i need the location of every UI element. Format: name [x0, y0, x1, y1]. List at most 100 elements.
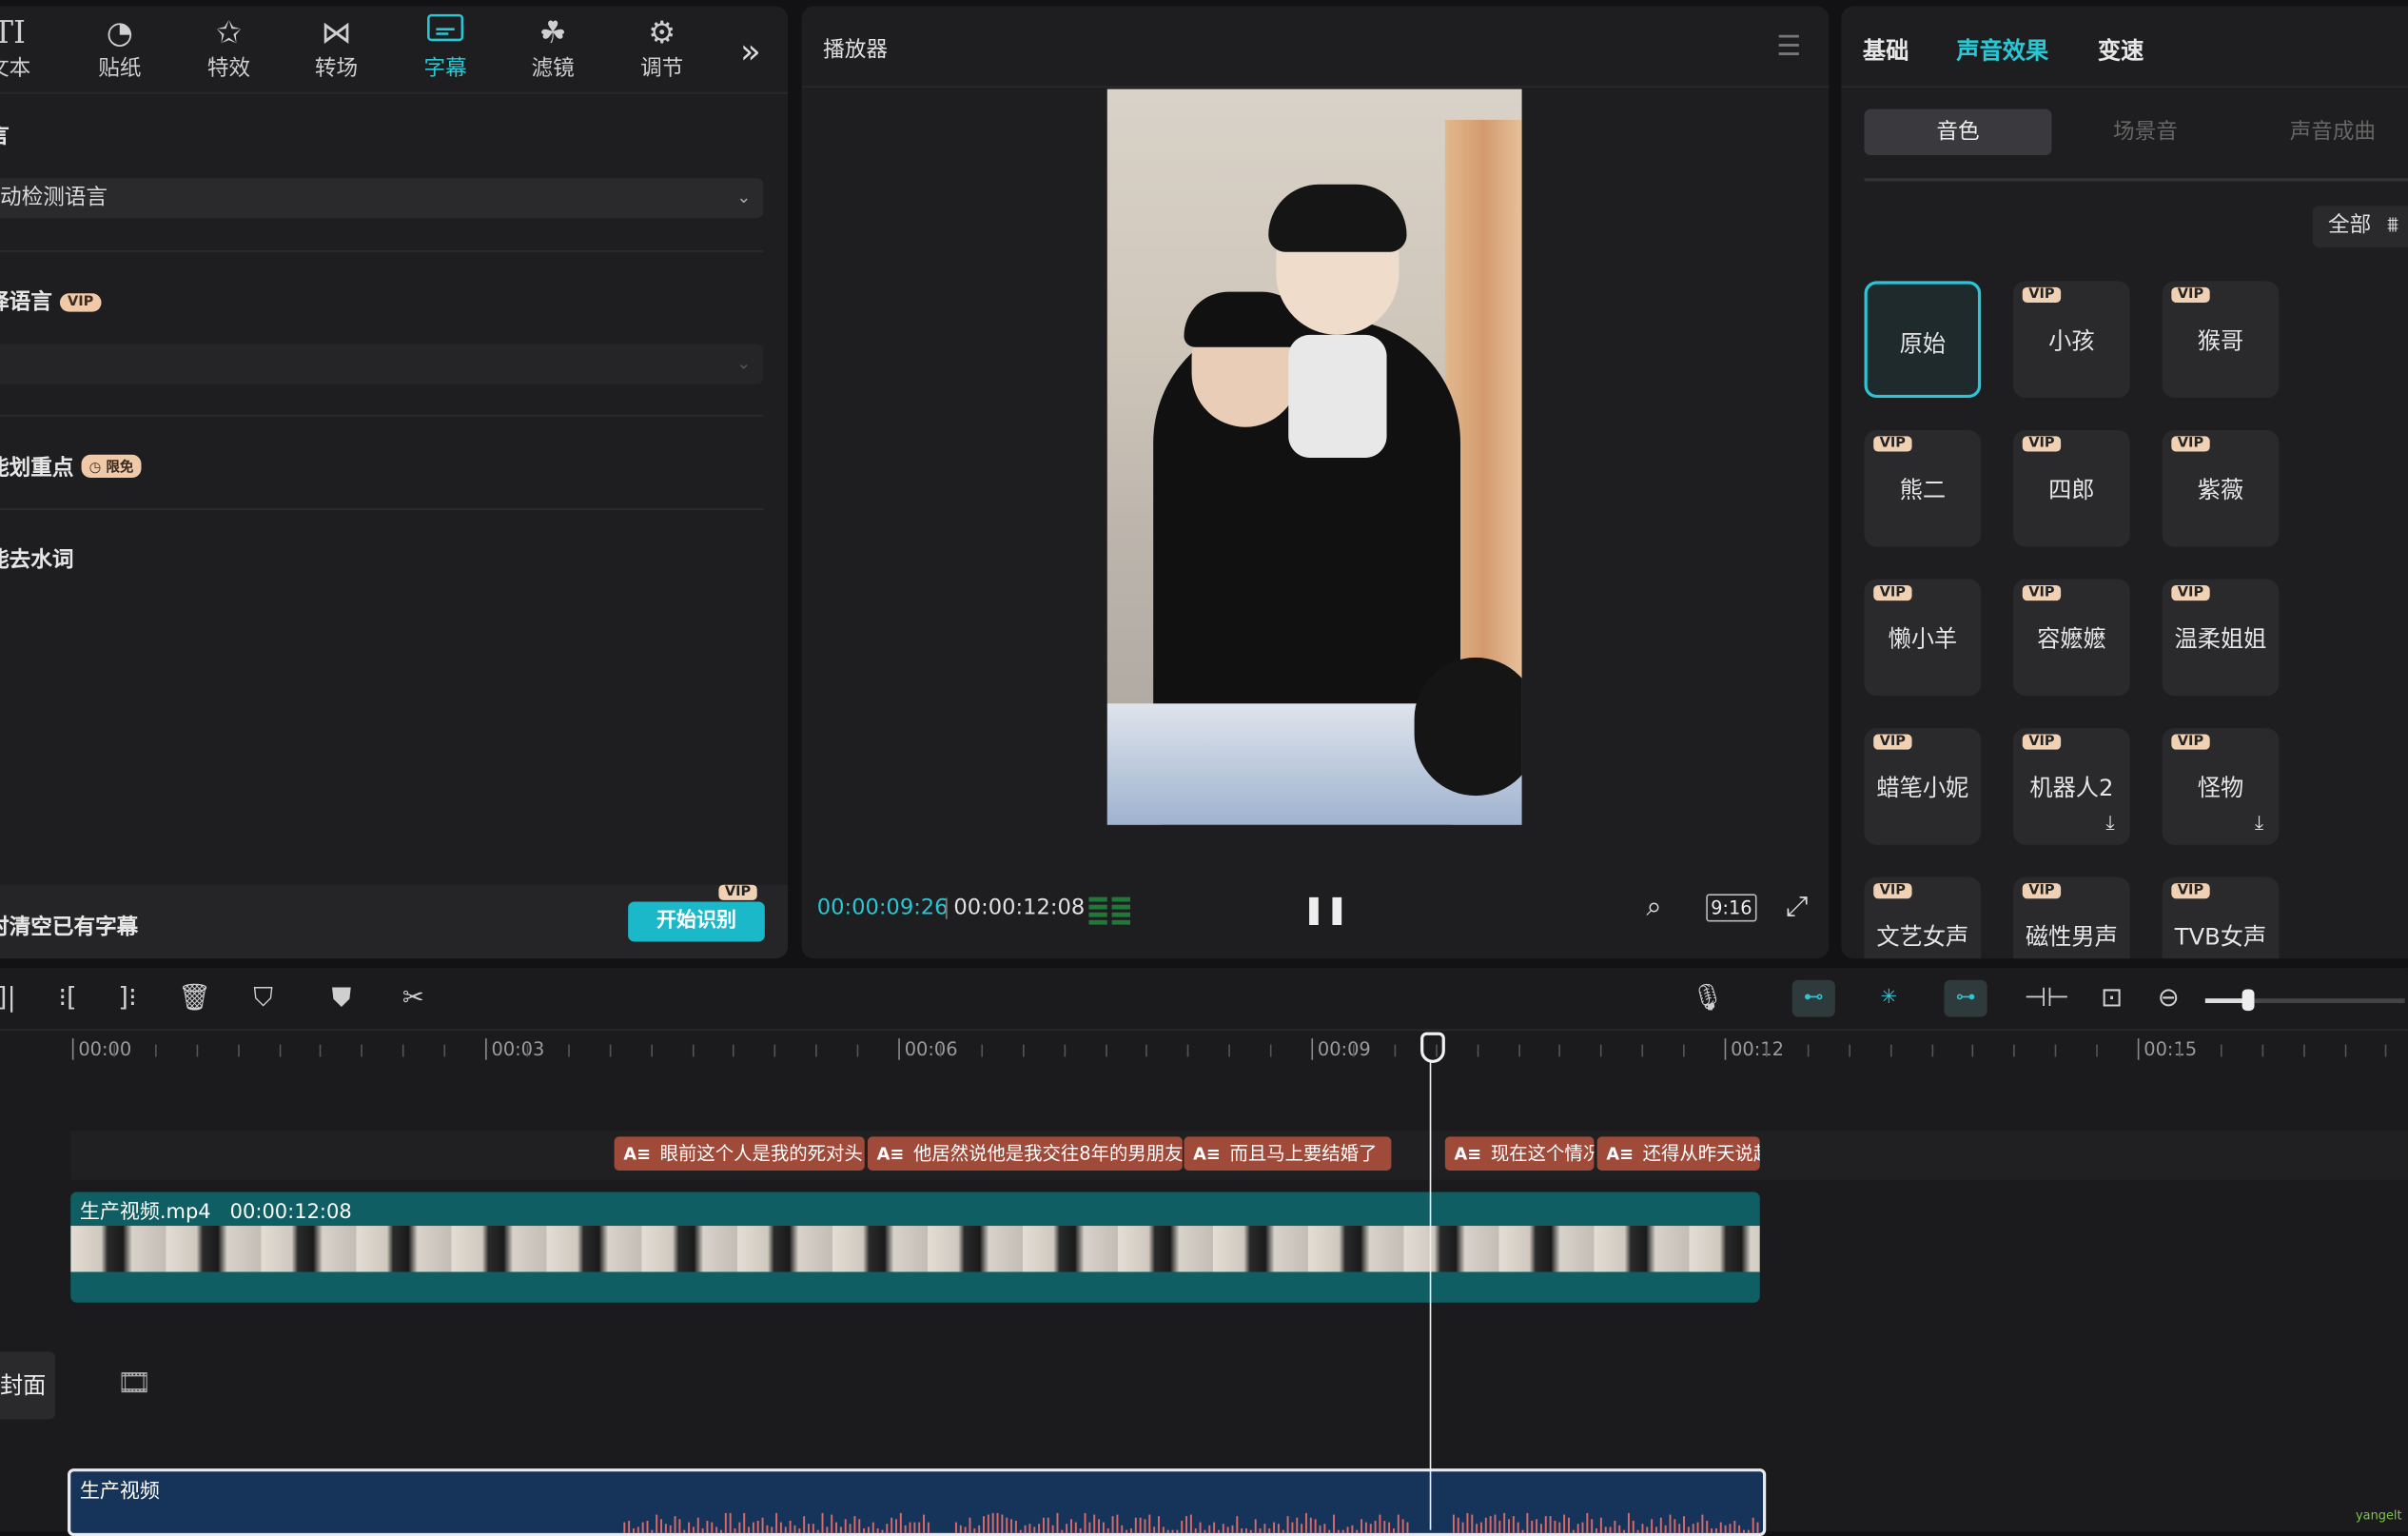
waveform-bar: [1277, 1524, 1280, 1533]
voice-card[interactable]: 原始: [1864, 281, 1982, 399]
ruler-minor-tick: [2302, 1044, 2305, 1057]
voice-card[interactable]: VIP 四郎: [2013, 429, 2130, 547]
waveform-bar: [983, 1516, 985, 1533]
subtab-scene-sound[interactable]: 场景音: [2051, 109, 2239, 155]
zoom-fit-icon[interactable]: ⌕: [1646, 891, 1661, 923]
download-icon[interactable]: ⤓: [2255, 813, 2263, 836]
tab-speed[interactable]: 变速: [2098, 34, 2144, 67]
waveform-bar: [1356, 1529, 1359, 1533]
waveform-bar: [1539, 1524, 1542, 1533]
voice-card[interactable]: VIP 猴哥: [2162, 281, 2280, 399]
waveform-bar: [1591, 1519, 1594, 1533]
preview-zoom-icon[interactable]: ⊡: [2101, 983, 2123, 1014]
zoom-slider-handle[interactable]: [2242, 989, 2255, 1012]
film-icon[interactable]: 🎞: [117, 1368, 152, 1400]
waveform-bar: [711, 1522, 714, 1533]
waveform-bar: [927, 1522, 930, 1533]
subtitle-clip[interactable]: A≡ 他居然说他是我交往8年的男朋友: [867, 1136, 1183, 1171]
tab-voice-effects[interactable]: 声音效果: [1956, 34, 2048, 67]
voice-name: 猴哥: [2197, 326, 2244, 355]
remove-filler-label: 能去水词: [0, 548, 74, 574]
start-recognition-button[interactable]: 开始识别: [628, 901, 765, 942]
voice-card[interactable]: VIP 机器人2 ⤓: [2013, 728, 2130, 845]
language-select[interactable]: 动检测语言 ⌄: [0, 178, 764, 219]
tab-text[interactable]: TI 文本: [0, 12, 52, 86]
video-preview[interactable]: [1106, 89, 1522, 825]
tab-sticker[interactable]: ◔ 贴纸: [77, 12, 163, 86]
translate-language-select[interactable]: ⌄: [0, 344, 764, 384]
link-toggle[interactable]: ⊷: [1791, 979, 1835, 1017]
tab-adjust[interactable]: ⚙ 调节: [618, 12, 704, 86]
tab-subtitle[interactable]: 字幕: [402, 12, 488, 86]
voice-card[interactable]: VIP 紫薇: [2162, 429, 2280, 547]
link-clips-toggle[interactable]: ⊶: [1944, 979, 1987, 1017]
tab-basic[interactable]: 基础: [1863, 34, 1909, 67]
subtitle-clip[interactable]: A≡ 现在这个情况: [1444, 1136, 1595, 1171]
waveform-bar: [743, 1512, 746, 1533]
snap-toggle[interactable]: ✳: [1868, 980, 1910, 1017]
vip-badge: VIP: [2171, 584, 2210, 601]
voice-card[interactable]: VIP 容嬷嬷: [2013, 579, 2130, 697]
ruler-minor-tick: [1930, 1044, 1933, 1057]
ruler-minor-tick: [237, 1044, 240, 1057]
ruler-minor-tick: [1600, 1044, 1602, 1057]
voice-card[interactable]: VIP 文艺女声: [1864, 876, 1982, 959]
voice-card[interactable]: VIP 温柔姐姐: [2162, 579, 2280, 697]
mark-icon[interactable]: ⛉: [253, 983, 273, 1014]
waveform-bar: [1627, 1512, 1630, 1533]
ruler-minor-tick: [1063, 1044, 1066, 1057]
split-icon[interactable]: ]|: [0, 983, 16, 1014]
download-icon[interactable]: ⤓: [2105, 813, 2114, 836]
smart-cut-icon[interactable]: ✂: [402, 983, 424, 1014]
waveform-bar: [1314, 1519, 1317, 1533]
waveform-bar: [1374, 1520, 1377, 1533]
voice-card[interactable]: VIP 磁性男声: [2013, 876, 2130, 959]
waveform-bar: [1301, 1524, 1303, 1533]
playhead[interactable]: [1429, 1038, 1432, 1530]
zoom-out-icon[interactable]: ⊖: [2158, 983, 2180, 1014]
voice-card[interactable]: VIP 懒小羊: [1864, 579, 1982, 697]
waveform-bar: [724, 1512, 727, 1533]
waveform-bar: [1397, 1514, 1400, 1533]
playhead-handle[interactable]: [1420, 1032, 1445, 1063]
subtab-song[interactable]: 声音成曲: [2239, 109, 2408, 155]
microphone-icon[interactable]: 🎙: [1691, 983, 1724, 1014]
subtitle-clip[interactable]: A≡ 眼前这个人是我的死对头: [614, 1136, 865, 1171]
double-chevron-right-icon[interactable]: »: [740, 34, 761, 72]
trim-right-icon[interactable]: ]⁝: [118, 983, 136, 1014]
audio-clip[interactable]: 生产视频: [68, 1468, 1767, 1536]
filter-dropdown[interactable]: 全部 ⩩: [2312, 206, 2408, 247]
voice-card[interactable]: VIP TVB女声: [2162, 876, 2280, 959]
waveform-bar: [1733, 1520, 1736, 1533]
video-clip[interactable]: 生产视频.mp4 00:00:12:08: [70, 1191, 1760, 1303]
voice-card[interactable]: VIP 怪物 ⤓: [2162, 728, 2280, 845]
ruler-major-tick: [485, 1038, 487, 1060]
tab-transition[interactable]: ⋈ 转场: [293, 12, 379, 86]
fullscreen-icon[interactable]: ⤢: [1786, 891, 1808, 923]
voice-card[interactable]: VIP 熊二: [1864, 429, 1982, 547]
menu-icon[interactable]: ☰: [1776, 30, 1801, 63]
subtab-timbre[interactable]: 音色: [1864, 108, 2052, 156]
waveform-bar: [1129, 1528, 1132, 1533]
vip-badge: VIP: [2171, 883, 2210, 899]
voice-card[interactable]: VIP 蜡笔小妮: [1864, 728, 1982, 845]
ruler-minor-tick: [361, 1044, 363, 1057]
vip-badge: VIP: [59, 293, 102, 312]
tab-filter[interactable]: ☘ 滤镜: [510, 12, 596, 86]
zoom-slider[interactable]: [2204, 989, 2405, 1012]
pause-icon[interactable]: ❚❚: [1302, 894, 1349, 926]
shield-icon[interactable]: ⛊: [332, 983, 352, 1014]
aspect-ratio-button[interactable]: 9:16: [1706, 894, 1757, 922]
tab-effects[interactable]: ✩ 特效: [186, 12, 271, 86]
subtitle-clip[interactable]: A≡ 而且马上要结婚了: [1184, 1136, 1392, 1171]
cover-button[interactable]: 封面: [0, 1351, 56, 1420]
ruler-minor-tick: [1145, 1044, 1148, 1057]
waveform-bar: [701, 1528, 704, 1533]
subtitle-clip[interactable]: A≡ 还得从昨天说起: [1596, 1136, 1760, 1171]
trim-left-icon[interactable]: ⁝[: [58, 983, 76, 1014]
delete-icon[interactable]: 🗑: [178, 983, 211, 1014]
split-screen-icon[interactable]: ⊣⊢: [2024, 983, 2069, 1014]
waveform-bar: [1328, 1529, 1331, 1533]
voice-card[interactable]: VIP 小孩: [2013, 281, 2130, 399]
voice-name: 小孩: [2048, 326, 2095, 355]
